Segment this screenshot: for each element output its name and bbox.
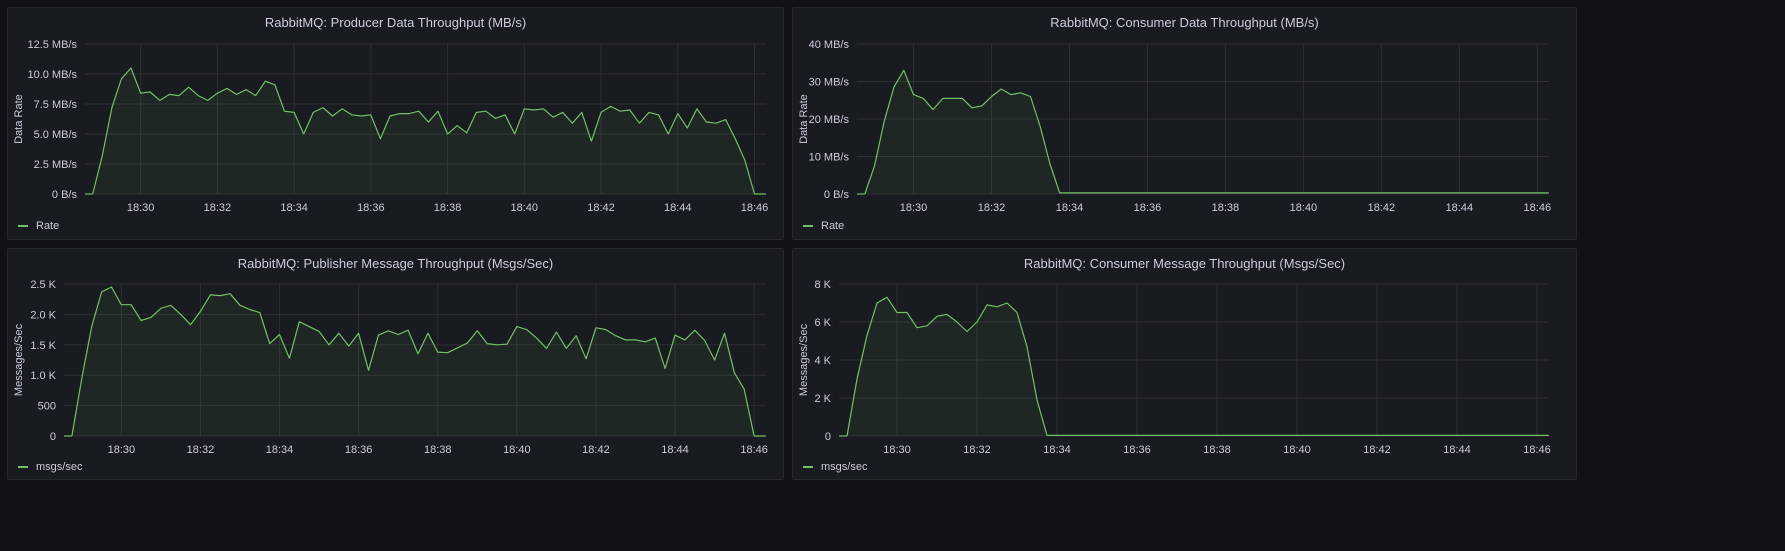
x-tick-label: 18:44 [1443, 444, 1471, 456]
x-tick-label: 18:36 [1134, 202, 1162, 214]
y-tick-label: 0 [825, 431, 831, 443]
x-tick-label: 18:32 [204, 202, 232, 214]
x-tick-label: 18:36 [345, 444, 373, 456]
legend-swatch [18, 466, 28, 468]
legend-swatch [803, 225, 813, 227]
x-tick-label: 18:46 [1523, 444, 1551, 456]
x-tick-label: 18:30 [900, 202, 928, 214]
panel-consumer-message-throughput: RabbitMQ: Consumer Message Throughput (M… [792, 248, 1577, 480]
x-tick-label: 18:42 [582, 444, 610, 456]
x-tick-label: 18:44 [661, 444, 689, 456]
legend-swatch [803, 466, 813, 468]
chart-svg: 0 B/s 2.5 MB/s 5.0 MB/s 7.5 MB/s 10.0 MB/s 12… [13, 39, 769, 214]
chart-svg: 0 500 1.0 K 1.5 K 2.0 K 2.5 K 18:30 18:32 18:34 1… [13, 279, 768, 456]
y-tick-label: 0 B/s [52, 189, 78, 201]
legend-item[interactable]: Rate [803, 220, 844, 232]
y-tick-label: 0 B/s [824, 189, 850, 201]
x-tick-label: 18:38 [1203, 444, 1231, 456]
x-tick-label: 18:38 [424, 444, 452, 456]
x-tick-label: 18:36 [357, 202, 385, 214]
y-tick-label: 8 K [814, 279, 831, 291]
y-tick-label: 2.0 K [30, 309, 56, 321]
panel-producer-data-throughput: RabbitMQ: Producer Data Throughput (MB/s… [7, 7, 784, 240]
x-tick-label: 18:34 [1056, 202, 1084, 214]
y-tick-label: 500 [38, 401, 56, 413]
y-tick-label: 5.0 MB/s [34, 129, 78, 141]
x-tick-label: 18:38 [434, 202, 462, 214]
x-tick-label: 18:34 [1043, 444, 1071, 456]
x-tick-label: 18:44 [664, 202, 692, 214]
x-tick-label: 18:40 [1290, 202, 1318, 214]
chart-svg: 0 2 K 4 K 6 K 8 K 18:30 18:32 18:34 18:36 18:38 18… [798, 279, 1551, 456]
series-area [92, 68, 765, 194]
y-tick-label: 10.0 MB/s [27, 69, 77, 81]
panel-publisher-message-throughput: RabbitMQ: Publisher Message Throughput (… [7, 248, 784, 480]
x-tick-label: 18:46 [741, 202, 769, 214]
legend-swatch [18, 225, 28, 227]
y-tick-label: 1.5 K [30, 340, 56, 352]
x-tick-label: 18:32 [963, 444, 991, 456]
x-tick-label: 18:40 [511, 202, 539, 214]
x-tick-label: 18:40 [1283, 444, 1311, 456]
x-tick-label: 18:46 [740, 444, 768, 456]
x-tick-label: 18:32 [978, 202, 1006, 214]
x-tick-label: 18:30 [108, 444, 136, 456]
y-axis-title: Messages/Sec [13, 323, 25, 396]
y-tick-label: 12.5 MB/s [27, 39, 77, 51]
x-tick-label: 18:44 [1446, 202, 1474, 214]
y-tick-label: 7.5 MB/s [34, 99, 78, 111]
legend-item[interactable]: msgs/sec [803, 461, 867, 473]
x-tick-label: 18:30 [883, 444, 911, 456]
y-tick-label: 2 K [814, 393, 831, 405]
x-tick-label: 18:30 [127, 202, 155, 214]
y-tick-label: 4 K [814, 355, 831, 367]
legend-label: msgs/sec [821, 461, 868, 473]
x-tick-label: 18:40 [503, 444, 531, 456]
x-tick-label: 18:46 [1524, 202, 1552, 214]
legend-label: Rate [821, 220, 845, 232]
y-tick-label: 2.5 K [30, 279, 56, 291]
x-tick-label: 18:36 [1123, 444, 1151, 456]
y-tick-label: 2.5 MB/s [34, 159, 78, 171]
legend-item[interactable]: msgs/sec [18, 461, 82, 473]
x-tick-label: 18:32 [187, 444, 215, 456]
x-tick-label: 18:42 [1368, 202, 1396, 214]
y-tick-label: 30 MB/s [809, 77, 850, 89]
x-tick-label: 18:38 [1212, 202, 1240, 214]
y-tick-label: 1.0 K [30, 370, 56, 382]
chart-svg: 0 B/s 10 MB/s 20 MB/s 30 MB/s 40 MB/s 18:30 18… [798, 39, 1552, 214]
y-axis-title: Data Rate [798, 94, 810, 144]
legend-label: msgs/sec [36, 461, 83, 473]
panel-consumer-data-throughput: RabbitMQ: Consumer Data Throughput (MB/s… [792, 7, 1577, 240]
legend-label: Rate [36, 220, 60, 232]
y-tick-label: 6 K [814, 317, 831, 329]
legend-item[interactable]: Rate [18, 220, 59, 232]
x-tick-label: 18:34 [266, 444, 294, 456]
x-tick-label: 18:34 [280, 202, 308, 214]
x-tick-label: 18:42 [1363, 444, 1391, 456]
y-tick-label: 40 MB/s [809, 39, 850, 51]
y-axis-title: Messages/Sec [798, 323, 810, 396]
y-tick-label: 10 MB/s [809, 152, 850, 164]
y-tick-label: 20 MB/s [809, 114, 850, 126]
y-tick-label: 0 [50, 431, 56, 443]
x-tick-label: 18:42 [587, 202, 615, 214]
series-area [864, 70, 1548, 194]
y-axis-title: Data Rate [13, 94, 25, 144]
